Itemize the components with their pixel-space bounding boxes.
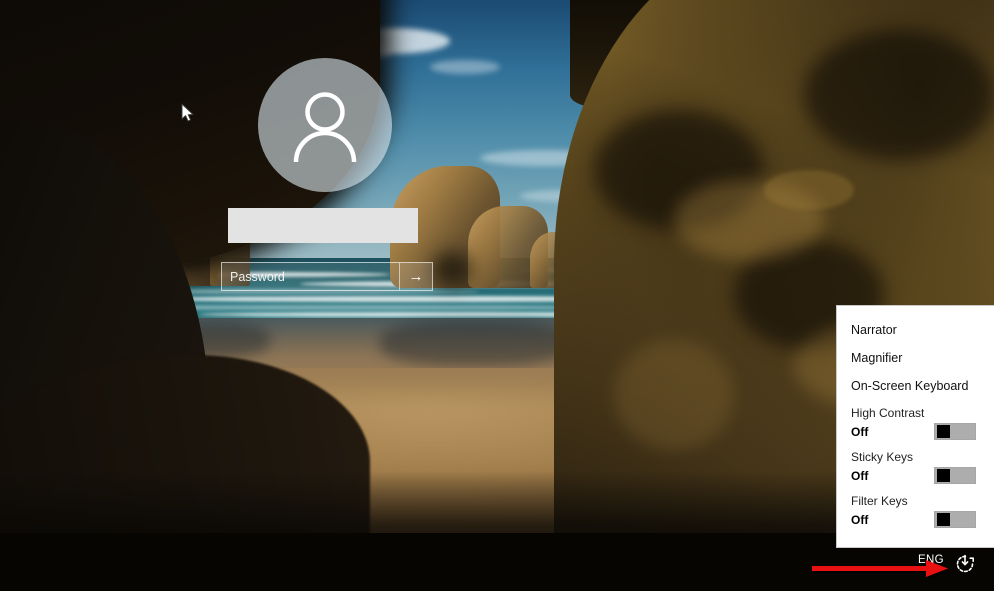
rock-crevice bbox=[804, 30, 994, 160]
submit-password-button[interactable]: → bbox=[399, 263, 432, 290]
eoa-row-high-contrast: Off bbox=[851, 423, 984, 440]
toggle-sticky-keys[interactable] bbox=[934, 467, 976, 484]
password-input[interactable] bbox=[222, 263, 399, 290]
username-redaction bbox=[228, 208, 418, 243]
eoa-label-filter-keys: Filter Keys bbox=[851, 494, 984, 508]
ease-of-access-icon bbox=[951, 550, 979, 578]
ease-of-access-button[interactable] bbox=[951, 550, 979, 578]
lock-screen: → Narrator Magnifier On-Screen Keyboard … bbox=[0, 0, 994, 591]
password-field-row[interactable]: → bbox=[221, 262, 433, 291]
ease-of-access-panel: Narrator Magnifier On-Screen Keyboard Hi… bbox=[836, 305, 994, 548]
eoa-item-magnifier[interactable]: Magnifier bbox=[837, 344, 994, 372]
toggle-filter-keys[interactable] bbox=[934, 511, 976, 528]
toggle-knob-icon bbox=[937, 513, 950, 526]
eoa-state-sticky-keys: Off bbox=[851, 469, 868, 483]
user-avatar-icon bbox=[282, 82, 368, 168]
avatar bbox=[258, 58, 392, 192]
toggle-high-contrast[interactable] bbox=[934, 423, 976, 440]
eoa-row-filter-keys: Off bbox=[851, 511, 984, 528]
eoa-item-narrator[interactable]: Narrator bbox=[837, 316, 994, 344]
toggle-knob-icon bbox=[937, 469, 950, 482]
eoa-state-high-contrast: Off bbox=[851, 425, 868, 439]
eoa-group-filter-keys: Filter Keys Off bbox=[837, 488, 994, 532]
eoa-state-filter-keys: Off bbox=[851, 513, 868, 527]
eoa-label-sticky-keys: Sticky Keys bbox=[851, 450, 984, 464]
rock-texture bbox=[764, 170, 854, 210]
eoa-row-sticky-keys: Off bbox=[851, 467, 984, 484]
language-indicator[interactable]: ENG bbox=[918, 554, 944, 566]
sand-reflection bbox=[380, 320, 570, 366]
eoa-label-high-contrast: High Contrast bbox=[851, 406, 984, 420]
eoa-item-on-screen-keyboard[interactable]: On-Screen Keyboard bbox=[837, 372, 994, 400]
eoa-group-sticky-keys: Sticky Keys Off bbox=[837, 444, 994, 488]
login-container: → bbox=[0, 0, 650, 320]
rock-highlight bbox=[614, 340, 734, 450]
toggle-knob-icon bbox=[937, 425, 950, 438]
eoa-group-high-contrast: High Contrast Off bbox=[837, 400, 994, 444]
